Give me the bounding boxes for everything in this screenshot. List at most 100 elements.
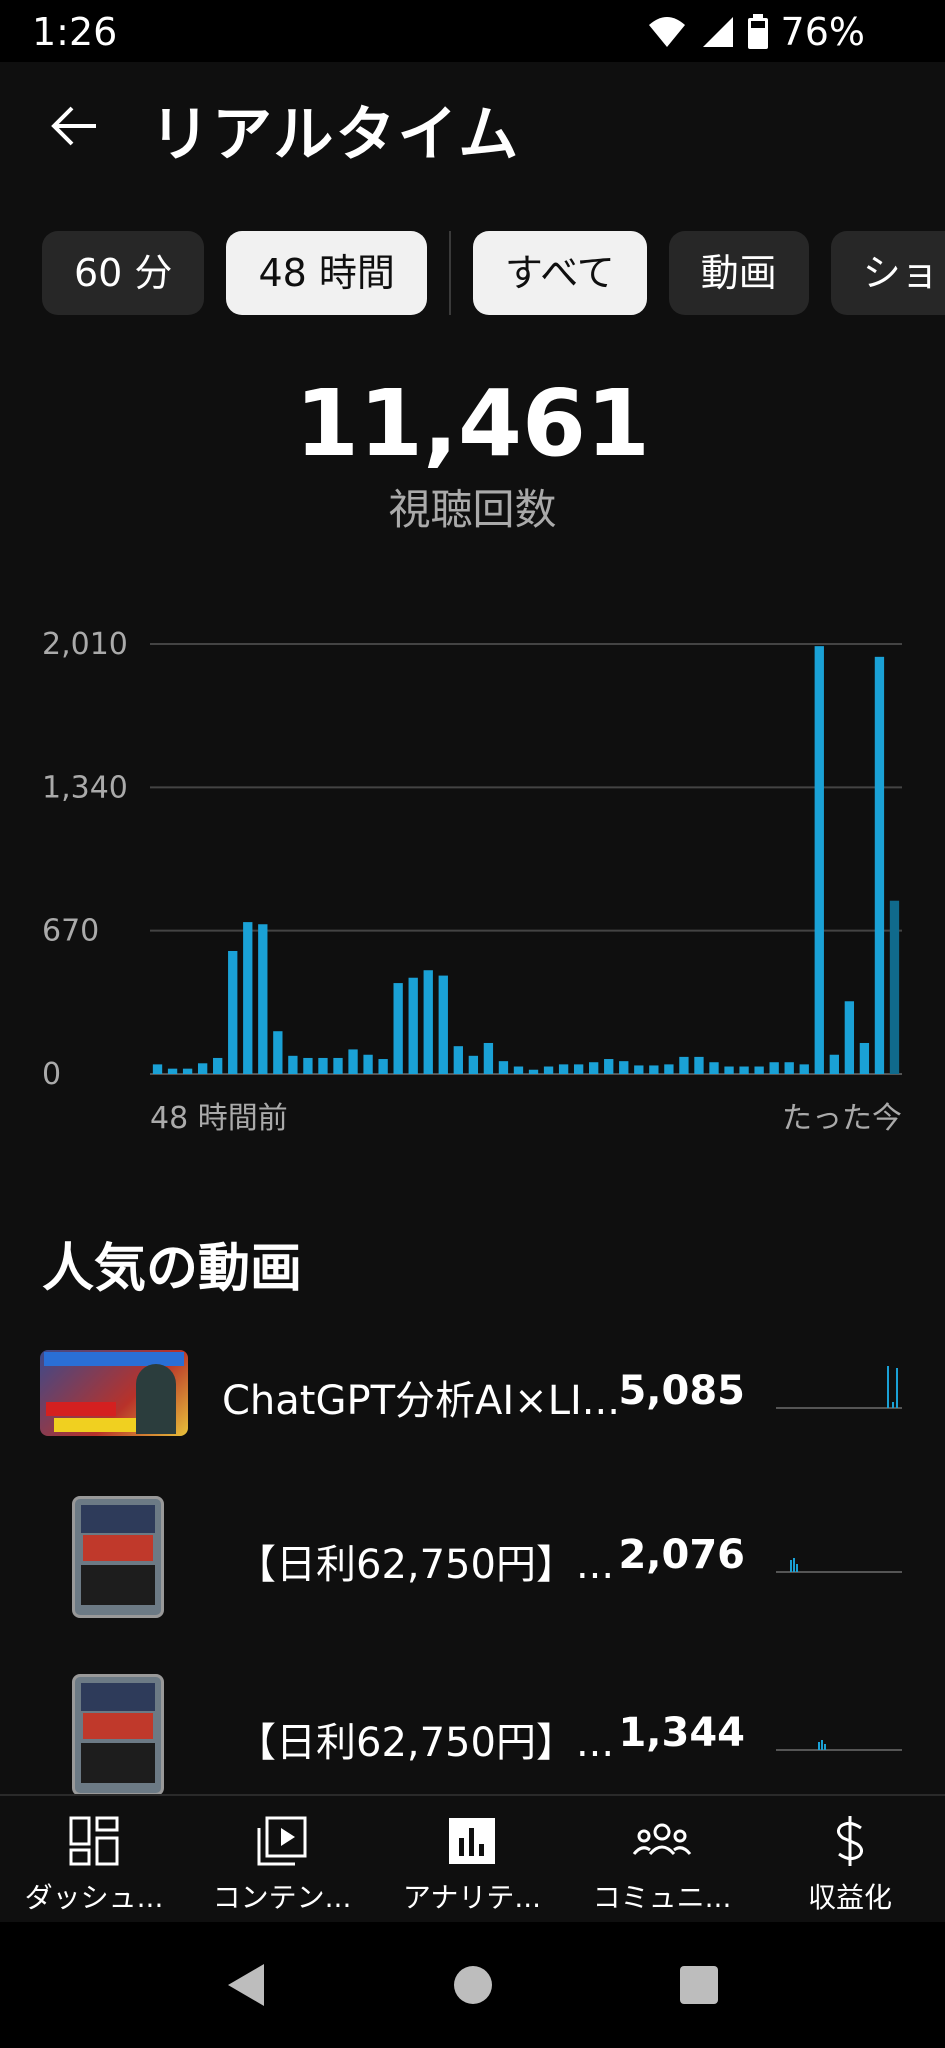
chart-bar xyxy=(318,1057,328,1074)
dashboard-icon xyxy=(69,1816,119,1866)
chart-bar xyxy=(589,1062,599,1074)
chart-bar xyxy=(438,975,448,1074)
system-navigation-bar xyxy=(0,1922,945,2048)
chart-bar xyxy=(393,983,403,1074)
back-triangle-icon[interactable] xyxy=(224,1960,268,2010)
battery-percent: 76% xyxy=(780,10,865,54)
chip-shorts[interactable]: ショ xyxy=(830,231,945,315)
content-icon xyxy=(257,1816,307,1866)
nav-label: コミュニ... xyxy=(592,1881,732,1914)
nav-label: アナリテ... xyxy=(402,1881,542,1914)
dollar-icon xyxy=(836,1816,864,1866)
chart-bar xyxy=(453,1046,463,1074)
chart-bar xyxy=(528,1069,539,1074)
chart-bar xyxy=(874,656,885,1074)
chart-bar xyxy=(167,1068,178,1074)
video-title: 【日利62,750円】... xyxy=(236,1542,615,1588)
video-thumbnail xyxy=(40,1350,188,1436)
chart-bar xyxy=(694,1056,704,1074)
header: リアルタイム xyxy=(0,62,945,192)
chart-bar xyxy=(543,1066,554,1074)
page-title: リアルタイム xyxy=(150,100,521,170)
chart-bar xyxy=(844,1001,855,1074)
chip-60min[interactable]: 60 分 xyxy=(42,231,205,315)
video-title: ChatGPT分析AI×LI... xyxy=(222,1378,620,1424)
chart-bar xyxy=(724,1066,734,1074)
chart-bar xyxy=(799,1064,809,1074)
chart-bar xyxy=(333,1057,343,1074)
video-sparkline xyxy=(776,1558,902,1573)
chart-bar xyxy=(363,1054,373,1074)
chip-48h[interactable]: 48 時間 xyxy=(226,231,427,315)
chart-bar xyxy=(408,977,418,1074)
y-tick-label: 0 xyxy=(42,1057,61,1092)
chart-bar xyxy=(182,1068,193,1074)
chart-bar xyxy=(303,1057,313,1074)
arrow-left-icon[interactable] xyxy=(46,98,102,154)
chart-bar xyxy=(829,1054,839,1074)
chart-bar xyxy=(558,1064,569,1074)
video-sparkline xyxy=(776,1366,902,1409)
nav-label: ダッシュ... xyxy=(24,1881,164,1914)
chart-bar xyxy=(784,1062,794,1074)
popular-videos-title: 人気の動画 xyxy=(42,1239,303,1299)
video-row-1[interactable]: ChatGPT分析AI×LI... 5,085 xyxy=(0,1340,945,1470)
community-icon xyxy=(632,1823,692,1856)
total-views: 11,461 xyxy=(294,370,651,477)
x-end-label: たった今 xyxy=(782,1101,902,1136)
video-views: 2,076 xyxy=(618,1532,745,1578)
chart-bar xyxy=(288,1055,298,1074)
nav-analytics[interactable]: アナリテ... xyxy=(382,1814,562,1916)
chart-bar xyxy=(604,1059,614,1074)
video-views: 1,344 xyxy=(618,1710,745,1756)
chip-videos[interactable]: 動画 xyxy=(668,231,809,315)
chart-bar xyxy=(423,970,433,1074)
x-start-label: 48 時間前 xyxy=(150,1101,288,1136)
nav-label: コンテン... xyxy=(212,1881,352,1914)
total-views-label: 視聴回数 xyxy=(388,485,557,534)
signal-icon xyxy=(702,17,733,47)
video-views: 5,085 xyxy=(618,1368,745,1414)
chart-bar xyxy=(754,1066,764,1074)
chart-bar xyxy=(709,1062,719,1074)
chart-bar xyxy=(378,1059,388,1074)
y-tick-label: 2,010 xyxy=(42,627,128,662)
chart-bar xyxy=(513,1066,524,1074)
chart-bar xyxy=(573,1064,584,1074)
chart-bar xyxy=(634,1065,644,1074)
chart-bar xyxy=(498,1061,509,1074)
nav-label: 収益化 xyxy=(807,1881,892,1914)
recents-square-icon[interactable] xyxy=(678,1964,720,2006)
chart-bar xyxy=(664,1064,674,1074)
chart-bar xyxy=(152,1064,163,1074)
home-circle-icon[interactable] xyxy=(452,1964,494,2006)
video-sparkline xyxy=(776,1740,902,1751)
chip-divider xyxy=(448,231,451,315)
chart-bar xyxy=(483,1042,494,1074)
nav-content[interactable]: コンテン... xyxy=(192,1814,372,1916)
chart-bar xyxy=(679,1056,689,1074)
chart-bar xyxy=(468,1055,479,1074)
chart-bar xyxy=(273,1031,283,1074)
status-time: 1:26 xyxy=(32,10,118,54)
chart-bar xyxy=(889,900,900,1074)
chart-bar xyxy=(348,1049,358,1074)
chart-bar xyxy=(619,1061,629,1074)
chart-bar xyxy=(213,1057,223,1074)
wifi-icon xyxy=(648,17,685,47)
video-row-2[interactable]: 【日利62,750円】... 2,076 xyxy=(0,1496,945,1626)
realtime-bar-chart: 2,010 1,340 670 0 48 時間前 たった今 xyxy=(42,627,902,1136)
chart-bar xyxy=(769,1062,779,1074)
chart-bar xyxy=(258,924,268,1074)
nav-community[interactable]: コミュニ... xyxy=(572,1814,752,1916)
video-title: 【日利62,750円】... xyxy=(236,1720,615,1766)
nav-dashboard[interactable]: ダッシュ... xyxy=(4,1814,184,1916)
video-row-3[interactable]: 【日利62,750円】... 1,344 xyxy=(0,1674,945,1804)
filter-chips: 60 分 48 時間 すべて 動画 ショ xyxy=(42,230,945,316)
bottom-navigation: ダッシュ... コンテン... アナリテ... コミュニ... 収益化 xyxy=(0,1794,945,1922)
status-icons: 76% xyxy=(647,10,865,54)
nav-monetization[interactable]: 収益化 xyxy=(760,1814,940,1916)
chart-bar xyxy=(739,1066,749,1074)
chip-all[interactable]: すべて xyxy=(472,231,647,315)
battery-icon xyxy=(747,14,768,49)
